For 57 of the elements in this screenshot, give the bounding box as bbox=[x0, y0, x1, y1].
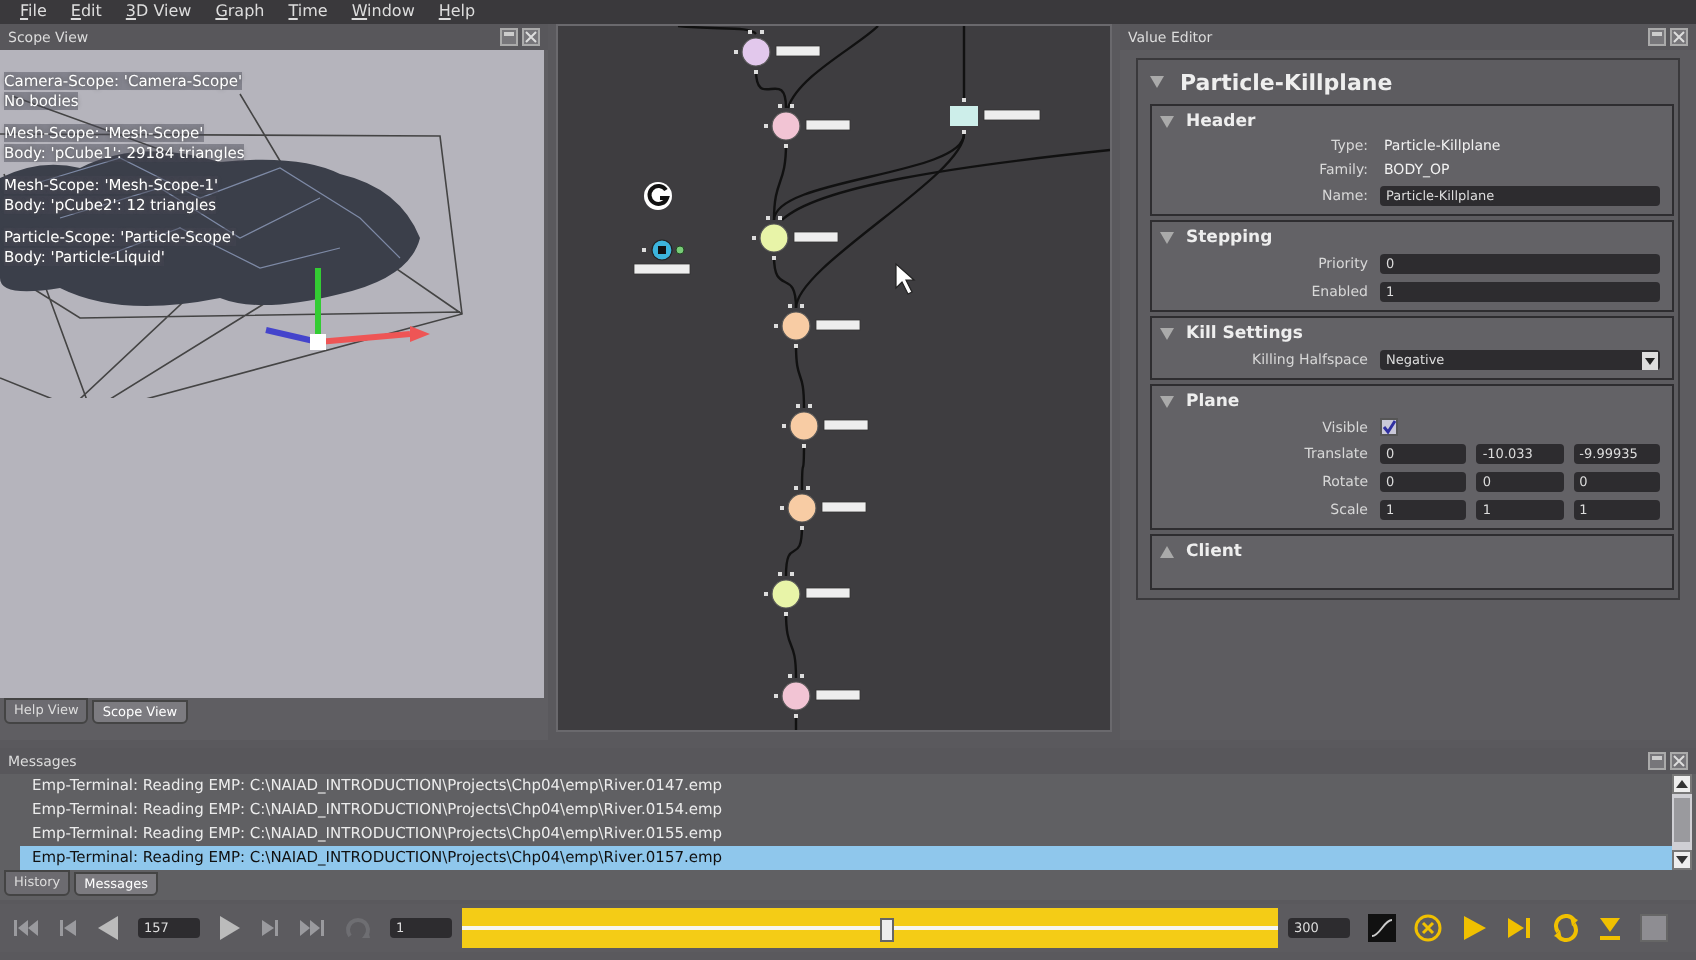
download-icon[interactable] bbox=[1598, 914, 1622, 942]
connector-line bbox=[794, 343, 806, 409]
section-title: Stepping bbox=[1186, 228, 1273, 248]
timeline-slider[interactable] bbox=[462, 908, 1278, 948]
menu-item[interactable]: Edit bbox=[70, 2, 102, 22]
connector-line bbox=[784, 611, 798, 679]
node-label-tag bbox=[805, 119, 851, 131]
collapse-arrow-icon[interactable] bbox=[1160, 116, 1174, 128]
expand-arrow-icon[interactable] bbox=[1160, 546, 1174, 558]
node-label-tag bbox=[805, 587, 851, 599]
node-label-tag bbox=[775, 45, 821, 57]
dropdown-arrow-icon[interactable] bbox=[1642, 351, 1658, 369]
section-title: Plane bbox=[1186, 392, 1240, 412]
connector-line bbox=[784, 525, 804, 577]
step-back-icon[interactable] bbox=[58, 918, 78, 938]
collapse-arrow-icon[interactable] bbox=[1160, 328, 1174, 340]
menu-item[interactable]: Graph bbox=[215, 2, 265, 22]
node-label-tag bbox=[823, 419, 869, 431]
node-label-tag bbox=[633, 263, 691, 275]
node-label-tag bbox=[983, 109, 1041, 121]
connector-line bbox=[800, 444, 806, 490]
node-label-tag bbox=[815, 319, 861, 331]
menu-item[interactable]: Time bbox=[288, 2, 328, 22]
play-icon[interactable] bbox=[218, 914, 242, 942]
connector-line bbox=[677, 26, 757, 35]
collapse-arrow-icon[interactable] bbox=[1160, 396, 1174, 408]
play-icon[interactable] bbox=[1460, 914, 1488, 942]
menu-item[interactable]: File bbox=[20, 2, 47, 22]
step-forward-icon[interactable] bbox=[1506, 916, 1534, 940]
menu-item[interactable]: Help bbox=[438, 2, 476, 22]
window-buttons-icon[interactable] bbox=[1648, 28, 1688, 46]
step-forward-icon[interactable] bbox=[260, 918, 280, 938]
collapse-arrow-icon[interactable] bbox=[1160, 232, 1174, 244]
mouse-cursor-icon bbox=[895, 262, 916, 295]
curve-graph-icon[interactable] bbox=[1368, 914, 1396, 942]
window-buttons-icon[interactable] bbox=[500, 28, 540, 46]
menu-item[interactable]: Window bbox=[351, 2, 415, 22]
section-title: Kill Settings bbox=[1186, 324, 1303, 344]
node-title: Particle-Killplane bbox=[1180, 69, 1393, 95]
menu-item[interactable]: 3D View bbox=[125, 2, 192, 22]
section-title: Header bbox=[1186, 112, 1256, 132]
skip-to-start-icon[interactable] bbox=[12, 918, 40, 938]
slider-thumb[interactable] bbox=[880, 918, 895, 942]
scrollbar[interactable] bbox=[1672, 774, 1692, 870]
section-title: Client bbox=[1186, 542, 1242, 562]
skip-to-end-icon[interactable] bbox=[298, 918, 326, 938]
connector-line bbox=[962, 26, 966, 98]
g-logo-icon bbox=[644, 182, 672, 210]
node-label-tag bbox=[815, 689, 861, 701]
checkbox[interactable] bbox=[1380, 418, 1398, 436]
refresh-icon[interactable] bbox=[1552, 914, 1580, 942]
cancel-icon[interactable] bbox=[1414, 914, 1442, 942]
node-label-tag bbox=[821, 501, 867, 513]
window-buttons-icon[interactable] bbox=[1648, 752, 1688, 770]
play-backward-icon[interactable] bbox=[96, 914, 120, 942]
node-label-tag bbox=[793, 231, 839, 243]
collapse-arrow-icon[interactable] bbox=[1150, 76, 1164, 88]
